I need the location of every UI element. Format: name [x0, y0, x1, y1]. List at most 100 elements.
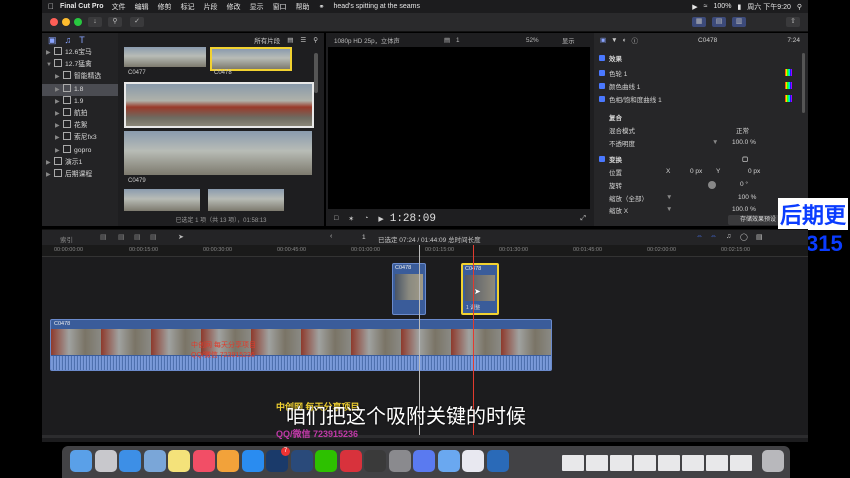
append-icon[interactable]: ▤	[100, 233, 107, 241]
effect-checkbox[interactable]	[599, 82, 605, 89]
finder-icon[interactable]	[70, 450, 92, 472]
disclosure-open-icon[interactable]: ▼	[46, 59, 54, 71]
library-tab-icon[interactable]: ▣	[48, 35, 57, 46]
disclosure-closed-icon[interactable]: ▶	[55, 108, 63, 120]
effect-checkbox[interactable]	[599, 69, 605, 76]
wechat-icon[interactable]	[315, 450, 337, 472]
share-icon[interactable]: ⇧	[786, 17, 800, 27]
lightroom-icon[interactable]	[290, 450, 313, 472]
connect-icon[interactable]: ▤	[150, 233, 157, 241]
notes-icon[interactable]	[168, 450, 190, 472]
zoom-window-button[interactable]	[74, 18, 82, 26]
transform-tool-icon[interactable]: □	[334, 215, 338, 222]
window-thumbnail[interactable]	[706, 455, 728, 471]
system-preferences-icon[interactable]	[388, 450, 411, 472]
safari-icon[interactable]	[119, 450, 141, 472]
launchpad-icon[interactable]	[94, 450, 117, 472]
sidebar-item[interactable]: ▶ 花絮	[42, 120, 118, 132]
select-tool-icon[interactable]: ➤	[178, 233, 184, 241]
scale-all-value[interactable]: 100 %	[738, 194, 756, 201]
opacity-slider-knob[interactable]: ▼	[712, 139, 718, 146]
clip-thumbnail[interactable]	[124, 189, 200, 211]
close-window-button[interactable]	[50, 18, 58, 26]
disclosure-closed-icon[interactable]: ▶	[55, 71, 63, 83]
sidebar-item[interactable]: ▶ 后期课程	[42, 168, 118, 181]
disclosure-closed-icon[interactable]: ▶	[55, 145, 63, 157]
menu-help[interactable]: 帮助	[296, 2, 310, 12]
timeline-ruler[interactable]: 00:00:00:00 00:00:15:00 00:00:30:00 00:0…	[42, 245, 808, 257]
scale-x-slider-knob[interactable]: ▼	[666, 206, 672, 213]
sidebar-item[interactable]: ▶ 索尼fx3	[42, 132, 118, 144]
sidebar-item[interactable]: ▶ 演示1	[42, 156, 118, 169]
opacity-row[interactable]: 不透明度 ▼ 100.0 %	[594, 136, 817, 149]
disclosure-closed-icon[interactable]: ▶	[46, 169, 54, 181]
browser-search-icon[interactable]: ⚲	[313, 36, 318, 44]
final-cut-icon[interactable]	[364, 450, 386, 472]
quicktime-icon[interactable]	[486, 450, 509, 472]
position-y-value[interactable]: 0 px	[748, 168, 760, 175]
preview-icon[interactable]	[143, 450, 166, 472]
video-inspector-icon[interactable]: ▣	[600, 36, 606, 44]
transform-onscreen-icon[interactable]: ▢	[742, 155, 748, 163]
connected-clip[interactable]: C0478	[392, 263, 426, 315]
disclosure-closed-icon[interactable]: ▶	[46, 157, 54, 169]
effect-checkbox[interactable]	[599, 95, 605, 102]
photos-tab-icon[interactable]: ♫	[65, 35, 72, 45]
filmstrip-view-icon[interactable]: ▤	[287, 36, 293, 44]
photos-icon[interactable]	[217, 450, 239, 472]
composite-section[interactable]: 复合	[594, 110, 817, 123]
key-icon[interactable]: ⚲	[108, 17, 122, 27]
position-x-value[interactable]: 0 px	[690, 168, 702, 175]
timeline-layout-icon[interactable]: ▤	[712, 17, 726, 27]
wifi-icon[interactable]: ≈	[704, 3, 708, 10]
battery-icon[interactable]: ▮	[737, 3, 741, 11]
window-thumbnail[interactable]	[730, 455, 752, 471]
window-thumbnail[interactable]	[586, 455, 608, 471]
view-dropdown[interactable]: 显示	[562, 36, 575, 45]
timeline-scrollbar[interactable]	[42, 435, 808, 438]
clip-thumbnail[interactable]	[210, 47, 292, 71]
sidebar-item[interactable]: ▶ 1.8	[42, 83, 118, 96]
minimize-window-button[interactable]	[62, 18, 70, 26]
menu-window[interactable]: 窗口	[273, 2, 287, 12]
clip-thumbnail[interactable]	[124, 47, 206, 67]
inspector-scrollbar[interactable]	[802, 53, 805, 113]
enhance-icon[interactable]: ✶	[348, 215, 354, 223]
sidebar-item[interactable]: ▶ 1.9	[42, 95, 118, 108]
disclosure-closed-icon[interactable]: ▶	[55, 120, 63, 132]
sidebar-item[interactable]: ▶ gopro	[42, 144, 118, 157]
scale-x-value[interactable]: 100.0 %	[732, 206, 756, 213]
cloud-icon[interactable]	[413, 450, 435, 472]
window-thumbnail[interactable]	[610, 455, 632, 471]
list-view-icon[interactable]: ☰	[300, 36, 306, 44]
sidebar-item[interactable]: ▶ 智能精选	[42, 71, 118, 83]
library-layout-icon[interactable]: ▦	[692, 17, 706, 27]
menu-view[interactable]: 显示	[250, 2, 264, 12]
disclosure-closed-icon[interactable]: ▶	[55, 132, 63, 144]
position-row[interactable]: 位置 X 0 px Y 0 px	[594, 165, 817, 178]
clip-filter-dropdown[interactable]: 所有片段	[254, 35, 280, 45]
now-playing-title[interactable]: head's spitting at the seams	[333, 3, 420, 10]
info-inspector-icon[interactable]: ⓘ	[632, 35, 639, 45]
app-menu[interactable]: Final Cut Pro	[60, 3, 104, 10]
solo-icon[interactable]: ◯	[740, 233, 748, 241]
play-button[interactable]: ▶	[378, 215, 383, 223]
section-checkbox[interactable]	[599, 54, 605, 61]
menu-modify[interactable]: 修改	[227, 2, 241, 12]
index-button[interactable]: 索引	[60, 234, 73, 244]
scale-slider-knob[interactable]: ▼	[666, 194, 672, 201]
menu-clip[interactable]: 片段	[204, 2, 218, 12]
sidebar-item[interactable]: ▼ 12.7猛禽	[42, 59, 118, 71]
clip-thumbnail[interactable]	[208, 189, 284, 211]
menu-trim[interactable]: 修剪	[158, 2, 172, 12]
skimming-icon[interactable]: ⇔	[710, 233, 717, 240]
rotation-row[interactable]: 旋转 0 °	[594, 178, 817, 191]
import-icon[interactable]: ↓	[88, 17, 102, 27]
effect-row[interactable]: 颜色曲线 1	[594, 79, 802, 92]
sidebar-item[interactable]: ▶ 12.6宝马	[42, 47, 118, 59]
clock[interactable]: 周六 下午9:20	[747, 2, 791, 12]
menu-mark[interactable]: 标记	[181, 2, 195, 12]
section-checkbox[interactable]	[599, 155, 605, 162]
titles-tab-icon[interactable]: T	[79, 35, 85, 45]
filter-inspector-icon[interactable]: ▼	[611, 37, 617, 44]
